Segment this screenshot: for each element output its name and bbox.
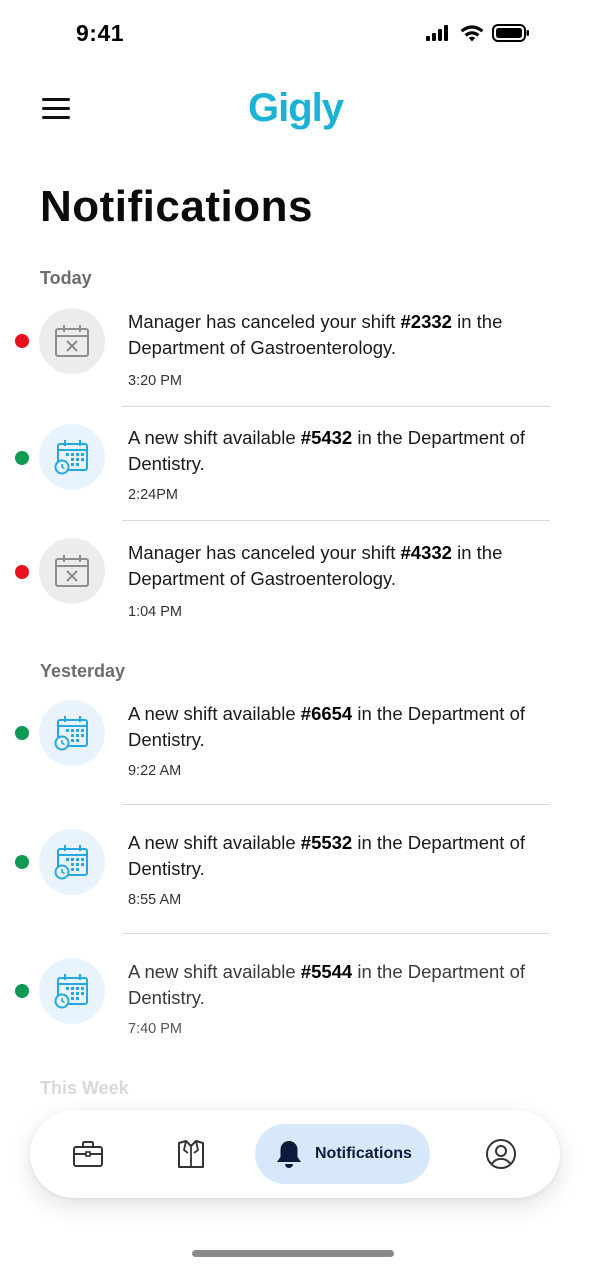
unread-dot	[15, 984, 29, 998]
notification-time: 3:20 PM	[128, 373, 182, 389]
notification-time: 8:55 AM	[128, 892, 182, 908]
calendar-clock-icon	[39, 829, 105, 895]
notification-message: A new shift available #6654 in the Depar…	[128, 703, 525, 750]
unread-dot	[15, 726, 29, 740]
status-bar: 9:41	[0, 0, 590, 70]
notification-message: Manager has canceled your shift #2332 in…	[128, 311, 503, 358]
shift-id: #4332	[400, 542, 452, 563]
nav-jobs[interactable]	[68, 1124, 108, 1184]
signal-icon	[426, 25, 448, 41]
hamburger-menu-icon[interactable]	[40, 94, 74, 128]
notification-time: 1:04 PM	[128, 604, 182, 620]
divider	[122, 933, 550, 934]
notification-message: A new shift available #5432 in the Depar…	[128, 427, 525, 474]
calendar-clock-icon	[39, 424, 105, 490]
shift-id: #5544	[300, 961, 353, 982]
notification-time: 7:40 PM	[128, 1021, 182, 1037]
home-indicator	[192, 1250, 394, 1257]
calendar-clock-icon	[39, 700, 105, 766]
section-label-this-week: This Week	[40, 1078, 129, 1098]
nav-notifications-label: Notifications	[315, 1145, 412, 1162]
bell-icon	[277, 1141, 301, 1168]
unread-dot	[15, 451, 29, 465]
page-title: Notifications	[40, 182, 313, 231]
section-label-yesterday: Yesterday	[40, 661, 126, 681]
battery-icon	[492, 24, 529, 42]
app-logo: Gigly	[248, 86, 344, 130]
briefcase-icon	[73, 1141, 103, 1167]
nav-uniform[interactable]	[171, 1124, 211, 1184]
app-header: Gigly	[0, 80, 590, 144]
unread-dot	[15, 565, 29, 579]
notification-message: Manager has canceled your shift #4332 in…	[128, 542, 503, 589]
unread-dot	[15, 334, 29, 348]
status-time: 9:41	[76, 20, 125, 46]
profile-icon	[486, 1139, 516, 1169]
notification-time: 2:24PM	[128, 487, 178, 503]
notification-message: A new shift available #5532 in the Depar…	[128, 832, 525, 879]
shift-id: #2332	[400, 311, 452, 332]
uniform-icon	[178, 1140, 204, 1168]
notification-message: A new shift available #5544 in the Depar…	[128, 961, 525, 1008]
divider	[122, 406, 550, 407]
notification-time: 9:22 AM	[128, 763, 182, 779]
shift-id: #6654	[300, 703, 353, 724]
calendar-clock-icon	[39, 958, 105, 1024]
divider	[122, 804, 550, 805]
bottom-nav: Notifications	[30, 1110, 560, 1198]
nav-profile[interactable]	[481, 1124, 521, 1184]
section-label-today: Today	[40, 268, 92, 288]
unread-dot	[15, 855, 29, 869]
divider	[122, 520, 550, 521]
shift-id: #5532	[300, 832, 353, 853]
shift-id: #5432	[300, 427, 353, 448]
wifi-icon	[460, 24, 484, 41]
status-icons	[426, 24, 530, 42]
calendar-cancel-icon	[39, 538, 105, 604]
nav-notifications[interactable]: Notifications	[255, 1124, 430, 1184]
calendar-cancel-icon	[39, 308, 105, 374]
